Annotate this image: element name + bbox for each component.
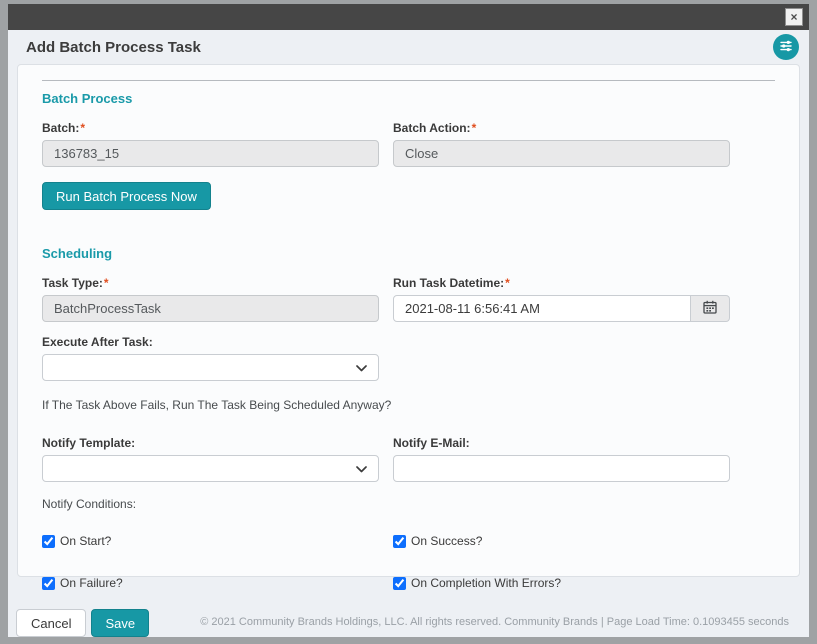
chevron-down-icon bbox=[356, 461, 367, 476]
notify-email-field-group: Notify E-Mail: bbox=[393, 436, 730, 482]
batch-input bbox=[42, 140, 379, 167]
on-start-label: On Start? bbox=[60, 534, 112, 548]
on-success-checkbox[interactable] bbox=[393, 534, 406, 548]
fail-question-text: If The Task Above Fails, Run The Task Be… bbox=[42, 398, 392, 412]
page-title: Add Batch Process Task bbox=[26, 38, 201, 56]
notify-template-label: Notify Template: bbox=[42, 436, 136, 450]
required-marker: * bbox=[80, 121, 86, 135]
run-task-datetime-input[interactable] bbox=[393, 295, 691, 322]
batch-label: Batch:* bbox=[42, 121, 379, 135]
window-frame: × Add Batch Process Task Batch Process B… bbox=[0, 0, 817, 644]
execute-after-row: Execute After Task: bbox=[42, 335, 775, 394]
empty-col bbox=[393, 335, 730, 394]
notify-template-select[interactable] bbox=[42, 455, 379, 482]
form-panel: Batch Process Batch:* Batch Action:* Run… bbox=[17, 64, 800, 590]
required-marker: * bbox=[471, 121, 477, 135]
batch-action-label-text: Batch Action: bbox=[393, 121, 471, 135]
notify-conditions-label: Notify Conditions: bbox=[42, 497, 137, 511]
on-start-checkbox-item[interactable]: On Start? bbox=[42, 534, 379, 548]
on-start-checkbox[interactable] bbox=[42, 534, 55, 548]
batch-action-input bbox=[393, 140, 730, 167]
task-row: Task Type:* Run Task Datetime:* bbox=[42, 276, 775, 335]
notify-row: Notify Template: Notify E-Mail: bbox=[42, 436, 775, 495]
batch-field-group: Batch:* bbox=[42, 121, 379, 167]
task-type-label-text: Task Type: bbox=[42, 276, 103, 290]
run-batch-row: Run Batch Process Now bbox=[42, 182, 775, 210]
checkbox-row-1: On Start? On Success? bbox=[42, 534, 775, 548]
batch-action-label: Batch Action:* bbox=[393, 121, 730, 135]
on-success-label: On Success? bbox=[411, 534, 483, 548]
run-batch-process-now-button[interactable]: Run Batch Process Now bbox=[42, 182, 211, 210]
batch-label-text: Batch: bbox=[42, 121, 80, 135]
notify-template-field-group: Notify Template: bbox=[42, 436, 379, 482]
save-button[interactable]: Save bbox=[91, 609, 150, 637]
bottom-bar: Cancel Save © 2021 Community Brands Hold… bbox=[8, 577, 809, 637]
required-marker: * bbox=[103, 276, 109, 290]
run-task-datetime-field-group: Run Task Datetime:* bbox=[393, 276, 730, 322]
section-title-scheduling: Scheduling bbox=[42, 246, 113, 261]
execute-after-task-label: Execute After Task: bbox=[42, 335, 153, 349]
datetime-input-group bbox=[393, 295, 730, 322]
dialog-body: Add Batch Process Task Batch Process Bat… bbox=[8, 30, 809, 637]
calendar-picker-button[interactable] bbox=[690, 295, 730, 322]
calendar-icon bbox=[703, 300, 717, 317]
task-type-field-group: Task Type:* bbox=[42, 276, 379, 322]
batch-row: Batch:* Batch Action:* bbox=[42, 121, 775, 180]
task-type-label: Task Type:* bbox=[42, 276, 379, 290]
panel-divider bbox=[42, 80, 775, 81]
modal-header: Add Batch Process Task bbox=[8, 30, 809, 64]
sliders-icon bbox=[779, 39, 793, 56]
execute-after-task-field-group: Execute After Task: bbox=[42, 335, 379, 381]
section-title-batch-process: Batch Process bbox=[42, 91, 133, 106]
close-icon[interactable]: × bbox=[785, 8, 803, 26]
task-type-input bbox=[42, 295, 379, 322]
notify-email-input[interactable] bbox=[393, 455, 730, 482]
execute-after-task-select[interactable] bbox=[42, 354, 379, 381]
action-buttons: Cancel Save bbox=[16, 609, 150, 637]
chevron-down-icon bbox=[356, 360, 367, 375]
dialog-titlebar: × bbox=[8, 4, 809, 30]
run-task-datetime-label: Run Task Datetime:* bbox=[393, 276, 730, 290]
cancel-button[interactable]: Cancel bbox=[16, 609, 87, 637]
notify-email-label: Notify E-Mail: bbox=[393, 436, 470, 450]
batch-action-field-group: Batch Action:* bbox=[393, 121, 730, 167]
on-success-checkbox-item[interactable]: On Success? bbox=[393, 534, 730, 548]
sliders-settings-button[interactable] bbox=[773, 34, 799, 60]
required-marker: * bbox=[505, 276, 510, 290]
run-task-datetime-label-text: Run Task Datetime: bbox=[393, 276, 505, 290]
copyright-text: © 2021 Community Brands Holdings, LLC. A… bbox=[200, 616, 789, 628]
